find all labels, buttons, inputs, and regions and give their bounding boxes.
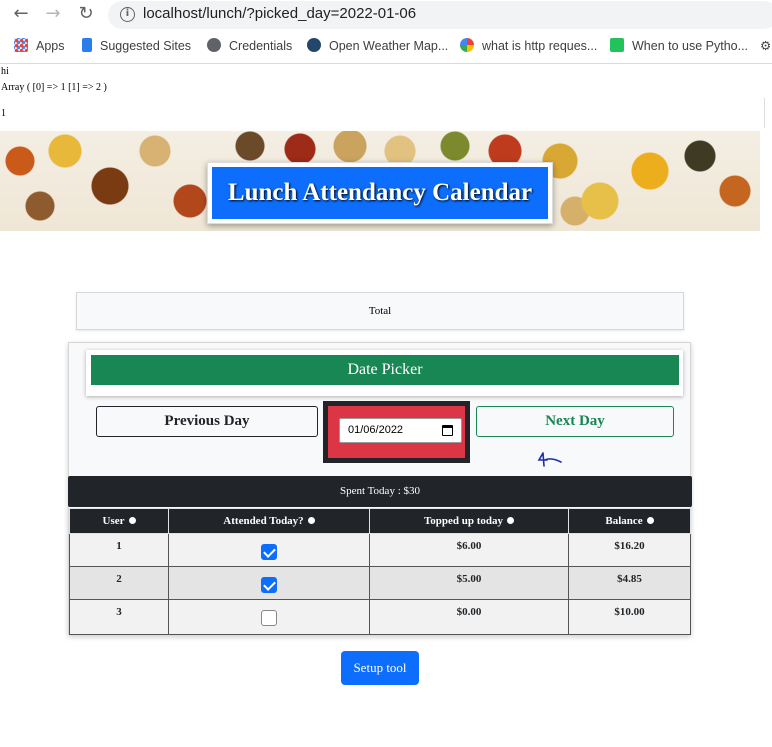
table-header-row: User Attended Today? Topped up today Bal… [69, 508, 691, 534]
scrollbar[interactable] [764, 98, 772, 128]
attended-checkbox[interactable] [261, 544, 277, 560]
table-row: 1 $6.00 $16.20 [69, 533, 691, 567]
bookmark-suggested-sites[interactable]: Suggested Sites [82, 36, 191, 56]
user-cell: 1 [69, 533, 169, 567]
date-picker-panel: 01/06/2022 [328, 406, 465, 458]
bookmark-python[interactable]: When to use Pytho... [610, 36, 748, 56]
column-header-balance[interactable]: Balance [568, 508, 691, 534]
attended-cell [168, 599, 370, 635]
table-row: 3 $0.00 $10.00 [69, 599, 691, 635]
user-cell: 2 [69, 566, 169, 600]
debug-line-1: hi [1, 66, 9, 77]
attended-checkbox[interactable] [261, 610, 277, 626]
handwritten-arrow-annotation [537, 452, 562, 467]
setup-tool-button[interactable]: Setup tool [341, 651, 419, 685]
date-picker-heading: Date Picker [91, 355, 679, 385]
table-row: 2 $5.00 $4.85 [69, 566, 691, 600]
date-picker-frame: 01/06/2022 [323, 401, 470, 463]
google-icon [460, 38, 474, 52]
forward-arrow-icon[interactable]: → [42, 3, 64, 25]
url-text[interactable]: localhost/lunch/?picked_day=2022-01-06 [143, 5, 416, 22]
date-value: 01/06/2022 [348, 424, 404, 436]
apps-grid-icon [14, 38, 28, 52]
next-day-button[interactable]: Next Day [476, 406, 674, 437]
debug-line-3: 1 [1, 108, 6, 119]
topped-up-cell: $5.00 [369, 566, 569, 600]
info-icon[interactable]: i [120, 7, 135, 22]
bookmark-http-request[interactable]: what is http reques... [460, 36, 597, 56]
attendance-table: User Attended Today? Topped up today Bal… [69, 508, 691, 635]
bookmarks-bar: Apps Suggested Sites Credentials Open We… [0, 34, 772, 58]
date-picker-header-card: Date Picker [86, 350, 683, 396]
column-header-topped-up[interactable]: Topped up today [369, 508, 569, 534]
date-input[interactable]: 01/06/2022 [339, 418, 462, 443]
balance-cell: $10.00 [568, 599, 691, 635]
sort-icon[interactable] [507, 517, 515, 524]
bookmark-credentials[interactable]: Credentials [207, 36, 292, 56]
attended-cell [168, 566, 370, 600]
openweather-icon [307, 38, 321, 52]
column-header-attended[interactable]: Attended Today? [168, 508, 370, 534]
bookmark-apps[interactable]: Apps [14, 36, 65, 56]
reload-icon[interactable]: ↻ [75, 3, 97, 25]
sort-icon[interactable] [128, 517, 136, 524]
spent-today-bar: Spent Today : $30 [68, 476, 692, 507]
topped-up-cell: $6.00 [369, 533, 569, 567]
gear-icon[interactable]: ⚙ [760, 36, 771, 56]
total-card: Total [76, 292, 684, 330]
user-cell: 3 [69, 599, 169, 635]
browser-chrome: ← → ↻ i localhost/lunch/?picked_day=2022… [0, 0, 772, 64]
title-card: Lunch Attendancy Calendar [207, 162, 553, 224]
attended-cell [168, 533, 370, 567]
back-arrow-icon[interactable]: ← [10, 3, 32, 25]
previous-day-button[interactable]: Previous Day [96, 406, 318, 437]
bing-icon [82, 38, 92, 52]
topped-up-cell: $0.00 [369, 599, 569, 635]
bookmark-open-weather[interactable]: Open Weather Map... [307, 36, 448, 56]
sort-icon[interactable] [307, 517, 315, 524]
balance-cell: $4.85 [568, 566, 691, 600]
column-header-user[interactable]: User [69, 508, 169, 534]
calendar-icon[interactable] [442, 425, 453, 436]
site-icon [610, 38, 624, 52]
attended-checkbox[interactable] [261, 577, 277, 593]
balance-cell: $16.20 [568, 533, 691, 567]
globe-icon [207, 38, 221, 52]
page-title: Lunch Attendancy Calendar [212, 167, 548, 219]
address-bar[interactable]: i localhost/lunch/?picked_day=2022-01-06 [108, 1, 772, 29]
sort-icon[interactable] [646, 517, 654, 524]
debug-line-2: Array ( [0] => 1 [1] => 2 ) [1, 82, 107, 93]
